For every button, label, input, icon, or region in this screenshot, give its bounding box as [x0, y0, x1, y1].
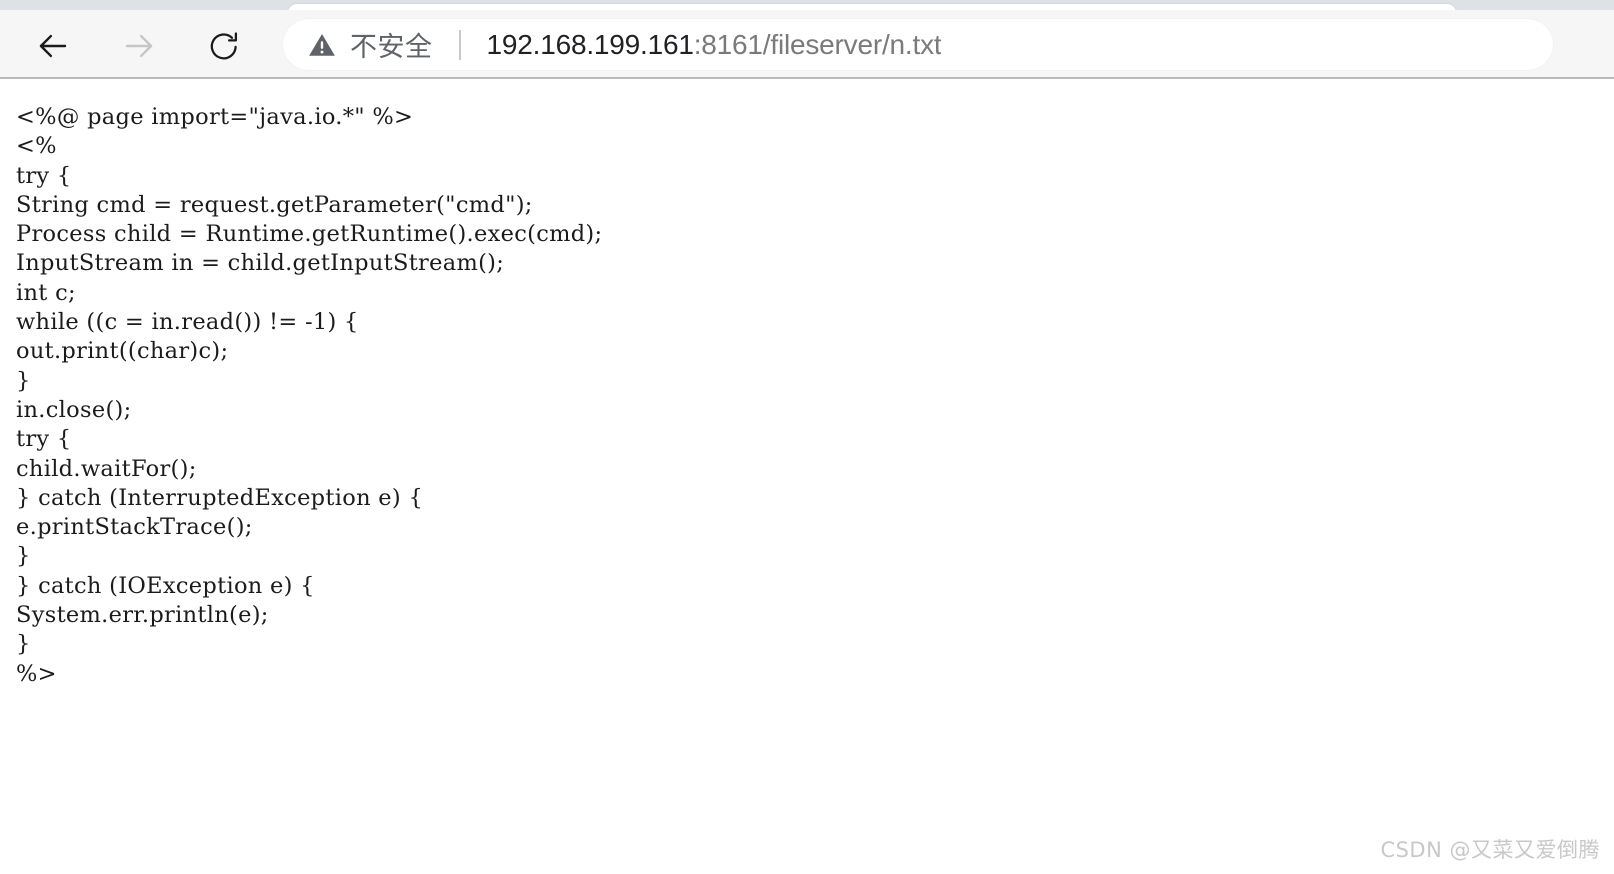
tab-strip — [0, 0, 1614, 10]
reload-icon — [207, 29, 241, 63]
address-bar[interactable]: 不安全 192.168.199.161:8161/fileserver/n.tx… — [283, 19, 1553, 70]
url-display[interactable]: 192.168.199.161:8161/fileserver/n.txt — [487, 29, 942, 61]
omnibox-divider — [458, 29, 461, 60]
url-host: 192.168.199.161 — [486, 28, 694, 60]
arrow-right-icon — [122, 29, 156, 63]
csdn-watermark: CSDN @又菜又爱倒腾 — [1380, 838, 1600, 862]
browser-toolbar: 不安全 192.168.199.161:8161/fileserver/n.tx… — [0, 10, 1614, 79]
reload-button[interactable] — [200, 22, 248, 70]
url-path: :8161/fileserver/n.txt — [693, 28, 942, 60]
arrow-left-icon — [36, 29, 70, 63]
forward-button[interactable] — [115, 22, 163, 70]
back-button[interactable] — [29, 22, 77, 70]
security-indicator[interactable]: 不安全 — [283, 19, 433, 70]
plaintext-file-content: <%@ page import="java.io.*" %> <% try { … — [16, 104, 603, 687]
page-viewport[interactable]: <%@ page import="java.io.*" %> <% try { … — [0, 81, 1614, 874]
security-label: 不安全 — [350, 32, 433, 63]
browser-window: 不安全 192.168.199.161:8161/fileserver/n.tx… — [0, 0, 1614, 874]
warning-triangle-icon — [307, 30, 337, 60]
